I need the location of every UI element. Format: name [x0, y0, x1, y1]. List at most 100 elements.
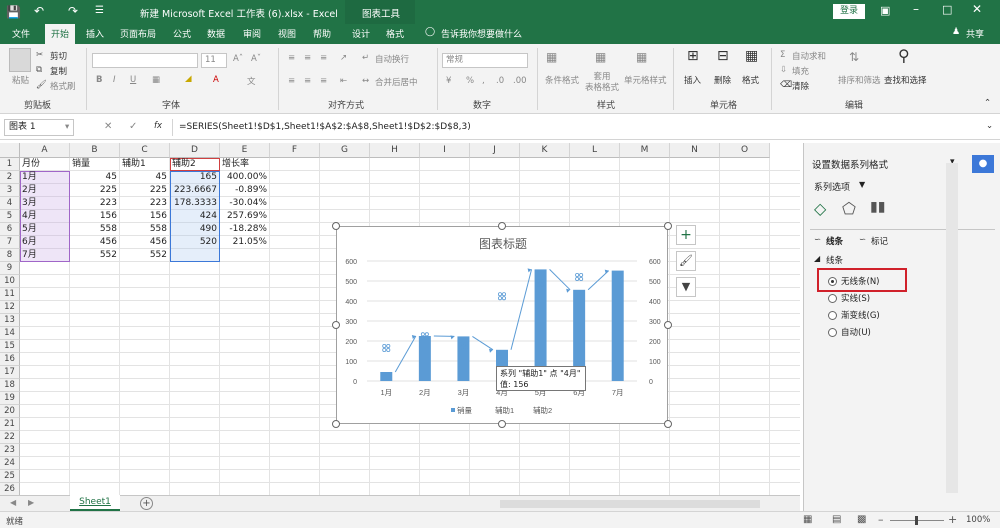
tab-home[interactable]: 开始 [45, 24, 76, 44]
page-layout-view-icon[interactable]: ▤ [832, 514, 841, 525]
row-header[interactable]: 11 [0, 288, 20, 301]
pane-close-icon[interactable]: ● [972, 155, 994, 173]
table-cell[interactable]: 456 [70, 236, 120, 249]
table-cell[interactable]: 400.00% [220, 171, 270, 184]
chart-resize-handle[interactable] [498, 222, 506, 230]
table-cell[interactable]: 225 [120, 184, 170, 197]
ribbon-display-icon[interactable]: ▣ [880, 4, 890, 17]
aux2-arrow[interactable] [587, 270, 610, 291]
comma-icon[interactable]: , [482, 76, 485, 86]
page-break-view-icon[interactable]: ▩ [857, 514, 866, 525]
chart-filter-icon[interactable]: ▼ [676, 277, 696, 297]
row-header[interactable]: 25 [0, 470, 20, 483]
column-header[interactable]: F [270, 143, 320, 158]
table-cell[interactable]: 558 [70, 223, 120, 236]
row-header[interactable]: 10 [0, 275, 20, 288]
column-header[interactable]: L [570, 143, 620, 158]
line-option-radio[interactable] [828, 311, 837, 320]
table-cell[interactable]: 45 [120, 171, 170, 184]
row-header[interactable]: 19 [0, 392, 20, 405]
font-color-icon[interactable]: A [213, 75, 219, 85]
share-icon[interactable]: ♟ [952, 27, 960, 37]
row-header[interactable]: 13 [0, 314, 20, 327]
column-header[interactable]: D [170, 143, 220, 158]
bar-sales[interactable] [611, 270, 624, 381]
save-icon[interactable]: 💾 [6, 5, 21, 19]
table-cell[interactable]: 552 [120, 249, 170, 262]
aux2-arrow[interactable] [549, 269, 571, 291]
login-button[interactable]: 登录 [833, 4, 865, 19]
table-cell[interactable]: 178.3333 [170, 197, 220, 210]
tab-marker[interactable]: 标记 [871, 235, 888, 247]
line-option-radio[interactable] [828, 277, 837, 286]
row-header[interactable]: 15 [0, 340, 20, 353]
table-cell[interactable]: 456 [120, 236, 170, 249]
merge-center-button[interactable]: 合并后居中 [375, 76, 418, 88]
table-cell[interactable]: 257.69% [220, 210, 270, 223]
aux2-arrow[interactable] [394, 335, 417, 373]
table-cell[interactable]: 4月 [20, 210, 70, 223]
clear-button[interactable]: 清除 [792, 80, 809, 92]
tab-data[interactable]: 数据 [207, 27, 225, 40]
row-header[interactable]: 9 [0, 262, 20, 275]
row-header[interactable]: 21 [0, 418, 20, 431]
row-header[interactable]: 22 [0, 431, 20, 444]
pane-scrollbar[interactable] [946, 163, 958, 493]
column-header[interactable]: J [470, 143, 520, 158]
line-option-radio[interactable] [828, 294, 837, 303]
chart-resize-handle[interactable] [664, 321, 672, 329]
align-middle-icon[interactable]: ≡ [304, 53, 311, 63]
line-option-radio[interactable] [828, 328, 837, 337]
chart-resize-handle[interactable] [498, 420, 506, 428]
tab-format[interactable]: 格式 [386, 27, 404, 40]
table-header-cell[interactable]: 销量 [70, 158, 120, 171]
table-cell[interactable] [220, 249, 270, 262]
conditional-format-button[interactable]: 条件格式 [545, 74, 579, 86]
expand-formula-icon[interactable]: ⌄ [986, 121, 993, 131]
align-top-icon[interactable]: ≡ [288, 53, 295, 63]
line-option-label[interactable]: 自动(U) [841, 326, 871, 338]
row-header[interactable]: 14 [0, 327, 20, 340]
align-left-icon[interactable]: ≡ [288, 76, 295, 86]
table-cell[interactable]: 552 [70, 249, 120, 262]
font-grow-icon[interactable]: Aˆ [233, 54, 243, 64]
row-header[interactable]: 12 [0, 301, 20, 314]
font-size-select[interactable]: 11 [201, 53, 227, 68]
row-header[interactable]: 20 [0, 405, 20, 418]
aux2-arrow[interactable] [472, 335, 494, 351]
table-cell[interactable]: 490 [170, 223, 220, 236]
cut-button[interactable]: 剪切 [50, 50, 67, 62]
row-header[interactable]: 7 [0, 236, 20, 249]
orientation-icon[interactable]: ↗ [340, 53, 347, 63]
table-cell[interactable]: -18.28% [220, 223, 270, 236]
number-format-select[interactable]: 常规 [442, 53, 528, 68]
next-sheet-icon[interactable]: ▶ [28, 498, 34, 507]
chart-resize-handle[interactable] [664, 420, 672, 428]
row-header[interactable]: 26 [0, 483, 20, 495]
row-header[interactable]: 4 [0, 197, 20, 210]
bar-sales[interactable] [380, 372, 393, 381]
aux2-point-marker[interactable] [497, 292, 506, 301]
cancel-icon[interactable]: ✕ [104, 121, 112, 132]
table-cell[interactable]: 558 [120, 223, 170, 236]
tab-help[interactable]: 帮助 [313, 27, 331, 40]
chart-resize-handle[interactable] [332, 420, 340, 428]
table-cell[interactable]: 156 [120, 210, 170, 223]
horizontal-scrollbar[interactable] [500, 500, 760, 508]
table-cell[interactable]: 21.05% [220, 236, 270, 249]
undo-icon[interactable]: ↶ [34, 4, 44, 18]
border-icon[interactable]: ▦ [152, 75, 160, 85]
worksheet-grid[interactable]: ABCDEFGHIJKLMNO 1 2 3 4 5 6 7 8 9 10 11 12 13 14 15 16 1… [0, 143, 800, 495]
bar-sales[interactable] [418, 336, 431, 381]
collapse-ribbon-icon[interactable]: ⌃ [984, 98, 991, 108]
row-header[interactable]: 16 [0, 353, 20, 366]
row-header[interactable]: 24 [0, 457, 20, 470]
table-header-cell[interactable]: 月份 [20, 158, 70, 171]
chart-area[interactable]: 图表标题 0 0 100 100 200 200 300 300 400 400 500 500 600… [336, 226, 668, 424]
tab-view[interactable]: 视图 [278, 27, 296, 40]
table-cell[interactable]: 7月 [20, 249, 70, 262]
font-name-select[interactable] [92, 53, 198, 68]
column-header[interactable]: E [220, 143, 270, 158]
tell-me-search[interactable]: 告诉我你想要做什么 [441, 27, 522, 40]
wrap-text-button[interactable]: 自动换行 [375, 53, 409, 65]
